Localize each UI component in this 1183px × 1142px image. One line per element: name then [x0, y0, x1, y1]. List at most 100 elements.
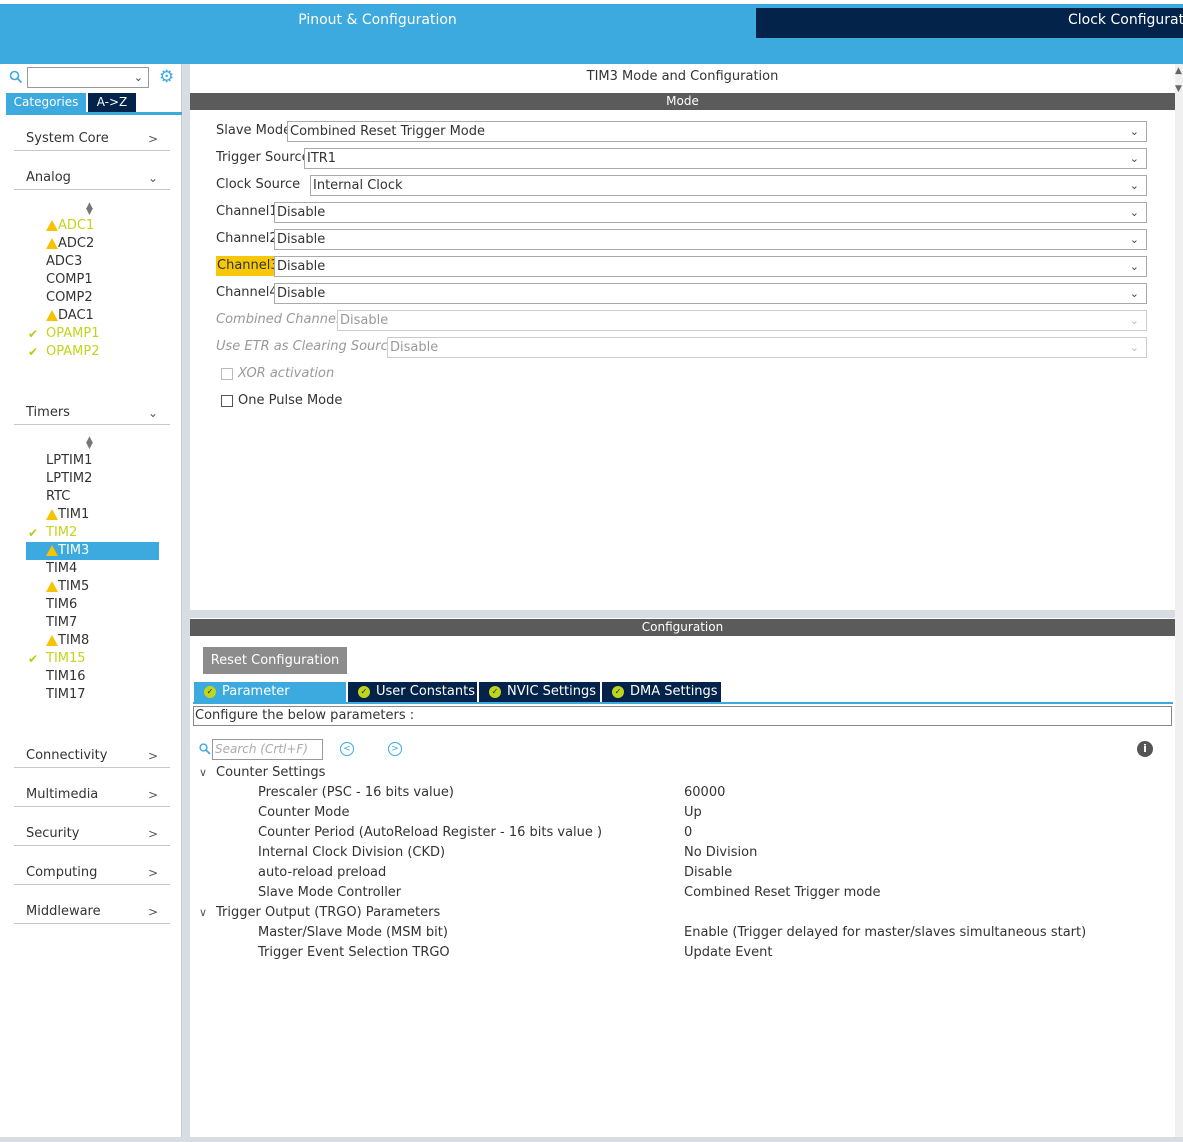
tab-user-constants[interactable]: ✓ User Constants [348, 682, 477, 702]
xor-activation-checkbox [221, 368, 233, 380]
sidebar-item-tim4[interactable]: TIM4 [26, 560, 159, 578]
tab-dma-settings[interactable]: ✓ DMA Settings [602, 682, 721, 702]
parameter-name[interactable]: Counter Mode [258, 803, 350, 823]
parameter-name[interactable]: Master/Slave Mode (MSM bit) [258, 923, 448, 943]
group-analog[interactable]: Analog ⌄ [14, 166, 170, 190]
search-combobox[interactable]: ⌄ [27, 67, 149, 88]
sidebar-item-tim2[interactable]: ✔ TIM2 [26, 524, 159, 542]
sidebar-item-label: ADC2 [58, 236, 95, 251]
parameter-value[interactable]: 0 [684, 823, 692, 843]
tab-clock-configuration[interactable]: Clock Configuratio [756, 8, 1183, 38]
sidebar-item-opamp1[interactable]: ✔ OPAMP1 [26, 325, 159, 343]
vertical-scrollbar[interactable] [1175, 64, 1183, 1142]
sidebar-item-tim16[interactable]: TIM16 [26, 668, 159, 686]
sidebar-item-label: ADC1 [58, 218, 95, 233]
tab-underline [6, 112, 182, 115]
trigger-source-select[interactable]: ITR1 ⌄ [304, 148, 1147, 169]
etr-clearing-label: Use ETR as Clearing Source [216, 339, 396, 354]
clock-source-select[interactable]: Internal Clock ⌄ [310, 175, 1147, 196]
configure-instruction: Configure the below parameters : [193, 706, 1172, 726]
group-connectivity[interactable]: Connectivity > [14, 744, 170, 768]
parameter-search-input[interactable]: Search (Crtl+F) [212, 739, 323, 760]
sidebar-item-tim6[interactable]: TIM6 [26, 596, 159, 614]
previous-result-icon[interactable]: < [340, 742, 354, 756]
sidebar-item-comp1[interactable]: COMP1 [26, 271, 159, 289]
chevron-down-icon[interactable]: ∨ [199, 903, 207, 923]
tab-parameter-settings[interactable]: ✓ Parameter Settings [194, 682, 346, 719]
tab-categories[interactable]: Categories [6, 93, 86, 112]
parameter-value[interactable]: 60000 [684, 783, 725, 803]
sidebar-item-tim3[interactable]: TIM3 [26, 542, 159, 560]
chevron-down-icon[interactable]: ∨ [199, 763, 207, 783]
sidebar-item-label: LPTIM2 [46, 471, 93, 486]
channel2-select[interactable]: Disable ⌄ [274, 229, 1147, 250]
group-computing[interactable]: Computing > [14, 861, 170, 885]
sidebar-item-dac1[interactable]: DAC1 [26, 307, 159, 325]
group-multimedia[interactable]: Multimedia > [14, 783, 170, 807]
parameter-name[interactable]: Internal Clock Division (CKD) [258, 843, 445, 863]
check-circle-icon: ✓ [489, 686, 501, 698]
group-system-core[interactable]: System Core > [14, 127, 170, 151]
parameter-value[interactable]: Enable (Trigger delayed for master/slave… [684, 923, 1086, 943]
parameter-name[interactable]: Trigger Event Selection TRGO [258, 943, 450, 963]
parameter-value[interactable]: Update Event [684, 943, 772, 963]
tab-pinout-configuration[interactable]: Pinout & Configuration [0, 8, 755, 38]
parameter-value[interactable]: Disable [684, 863, 732, 883]
channel3-select[interactable]: Disable ⌄ [274, 256, 1147, 277]
sidebar-item-tim1[interactable]: TIM1 [26, 506, 159, 524]
parameter-name[interactable]: Counter Period (AutoReload Register - 16… [258, 823, 602, 843]
parameter-name[interactable]: Slave Mode Controller [258, 883, 401, 903]
parameter-value[interactable]: Combined Reset Trigger mode [684, 883, 880, 903]
info-icon[interactable]: i [1137, 741, 1153, 757]
sidebar-item-rtc[interactable]: RTC [26, 488, 159, 506]
parameter-name[interactable]: Prescaler (PSC - 16 bits value) [258, 783, 454, 803]
slave-mode-select[interactable]: Combined Reset Trigger Mode ⌄ [287, 121, 1147, 142]
chevron-down-icon: ⌄ [1129, 179, 1139, 192]
splitter[interactable] [182, 64, 190, 1142]
chevron-down-icon: ⌄ [1129, 125, 1139, 138]
sidebar-item-tim15[interactable]: ✔ TIM15 [26, 650, 159, 668]
bottom-border [0, 1137, 1183, 1142]
sidebar-item-lptim1[interactable]: LPTIM1 [26, 452, 159, 470]
sidebar-item-adc3[interactable]: ADC3 [26, 253, 159, 271]
sidebar-item-adc2[interactable]: ADC2 [26, 235, 159, 253]
warning-icon [46, 308, 58, 323]
parameter-section-title[interactable]: Counter Settings [216, 763, 325, 783]
sidebar-item-adc1[interactable]: ADC1 [26, 217, 159, 235]
check-icon: ✔ [28, 327, 39, 341]
tab-nvic-settings[interactable]: ✓ NVIC Settings [479, 682, 600, 702]
check-circle-icon: ✓ [612, 686, 624, 698]
tab-a-to-z[interactable]: A->Z [88, 93, 136, 112]
parameter-value[interactable]: No Division [684, 843, 757, 863]
sidebar-item-lptim2[interactable]: LPTIM2 [26, 470, 159, 488]
chevron-right-icon: > [147, 827, 158, 841]
sort-icon[interactable]: ▲ ▼ [86, 202, 93, 217]
reset-configuration-button[interactable]: Reset Configuration [203, 647, 347, 674]
sidebar-item-tim7[interactable]: TIM7 [26, 614, 159, 632]
sidebar-item-tim17[interactable]: TIM17 [26, 686, 159, 704]
group-security[interactable]: Security > [14, 822, 170, 846]
one-pulse-mode-checkbox[interactable] [221, 395, 233, 407]
group-timers[interactable]: Timers ⌄ [14, 401, 170, 425]
sidebar-item-opamp2[interactable]: ✔ OPAMP2 [26, 343, 159, 361]
channel4-select[interactable]: Disable ⌄ [274, 283, 1147, 304]
sidebar-item-tim5[interactable]: TIM5 [26, 578, 159, 596]
parameter-value[interactable]: Up [684, 803, 702, 823]
parameter-name[interactable]: auto-reload preload [258, 863, 386, 883]
sidebar-item-comp2[interactable]: COMP2 [26, 289, 159, 307]
etr-clearing-value: Disable [390, 340, 439, 355]
scroll-up-icon[interactable]: ▲ [1175, 66, 1182, 76]
gear-icon[interactable]: ⚙ [159, 68, 177, 86]
chevron-right-icon: > [147, 788, 158, 802]
tab-label: User Constants [376, 684, 475, 699]
next-result-icon[interactable]: > [388, 742, 402, 756]
parameter-section-title[interactable]: Trigger Output (TRGO) Parameters [216, 903, 440, 923]
channel1-select[interactable]: Disable ⌄ [274, 202, 1147, 223]
trigger-source-label: Trigger Source [216, 150, 310, 165]
sidebar-item-tim8[interactable]: TIM8 [26, 632, 159, 650]
channel1-value: Disable [277, 205, 326, 220]
sort-icon[interactable]: ▲ ▼ [86, 436, 93, 451]
scroll-down-icon[interactable]: ▼ [1175, 84, 1182, 94]
group-middleware[interactable]: Middleware > [14, 900, 170, 924]
panel-splitter[interactable] [190, 610, 1175, 618]
